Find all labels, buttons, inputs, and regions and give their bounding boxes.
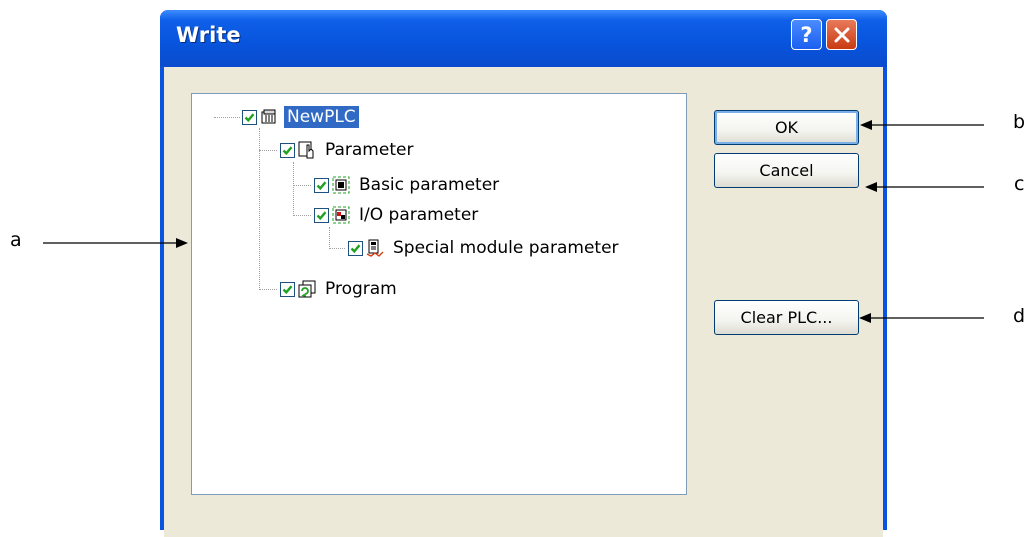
annotation-label-c: c [1014, 173, 1025, 195]
arrow-b [860, 120, 984, 130]
arrow-c [865, 182, 984, 192]
annotation-label-b: b [1013, 111, 1026, 133]
annotation-label-a: a [10, 229, 22, 251]
annotation-arrows [43, 120, 984, 323]
arrow-d [859, 313, 984, 323]
arrow-a [43, 238, 188, 248]
annotation-label-d: d [1013, 305, 1026, 327]
